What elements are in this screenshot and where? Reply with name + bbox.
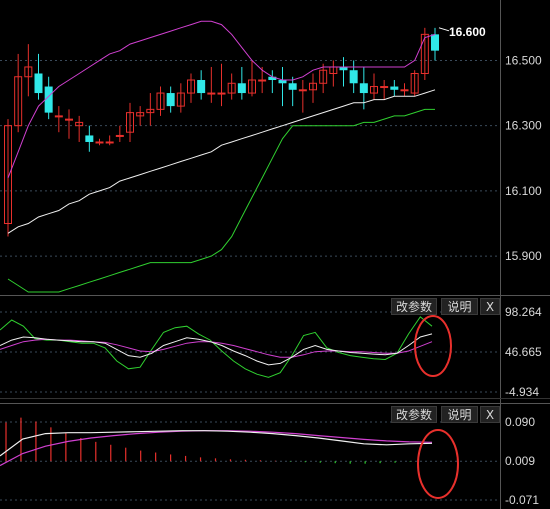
candle-body — [197, 80, 206, 94]
highlight-circle — [417, 429, 459, 499]
candle-body — [95, 141, 104, 144]
candle-body — [237, 83, 246, 94]
kdj-y-tick: -4.934 — [505, 385, 539, 399]
last-price-label: 16.600 — [449, 25, 486, 39]
candle-body — [431, 34, 439, 51]
candle-body — [298, 89, 307, 92]
macd-y-tick: 0.090 — [505, 415, 535, 429]
last-price-pointer — [438, 27, 450, 32]
bollinger-mid-line — [7, 89, 436, 234]
candle-body — [115, 134, 124, 137]
bollinger-lower-line — [7, 108, 435, 293]
candle-body — [34, 73, 43, 94]
candle-body — [105, 141, 114, 144]
close-button[interactable]: X — [480, 298, 500, 315]
price-y-tick: 16.500 — [505, 53, 542, 67]
candle-body — [278, 80, 287, 84]
params-button[interactable]: 改参数 — [391, 406, 437, 423]
macd-dif-line — [0, 430, 433, 457]
kdj-y-tick: 46.665 — [505, 345, 542, 359]
help-button[interactable]: 说明 — [441, 406, 478, 423]
kdj-j-line — [0, 316, 433, 378]
candle-body — [288, 83, 297, 90]
kdj-y-tick: 98.264 — [505, 305, 542, 319]
macd-y-tick: -0.071 — [505, 493, 539, 507]
candle-body — [258, 79, 267, 82]
candle-body — [65, 118, 73, 121]
macd-y-tick: 0.009 — [505, 454, 535, 468]
candle-body — [217, 92, 226, 95]
candle-body — [85, 135, 94, 142]
candle-body — [359, 83, 368, 94]
price-y-tick: 16.100 — [505, 184, 542, 198]
candle-body — [400, 89, 409, 92]
candle-body — [390, 86, 399, 90]
stock-chart: 16.500 16.300 16.100 15.900 16.600 98.264 46.6… — [0, 0, 550, 509]
params-button[interactable]: 改参数 — [391, 298, 437, 315]
kdj-d-line — [0, 338, 433, 358]
price-y-tick: 16.300 — [505, 119, 542, 133]
candle-body — [380, 86, 389, 89]
candle-body — [349, 70, 358, 84]
price-y-tick: 15.900 — [505, 249, 542, 263]
close-button[interactable]: X — [480, 406, 500, 423]
help-button[interactable]: 说明 — [441, 298, 478, 315]
candle-body — [54, 115, 63, 118]
candle-body — [166, 93, 175, 107]
kdj-k-line — [0, 333, 433, 366]
candle-body — [207, 92, 216, 95]
